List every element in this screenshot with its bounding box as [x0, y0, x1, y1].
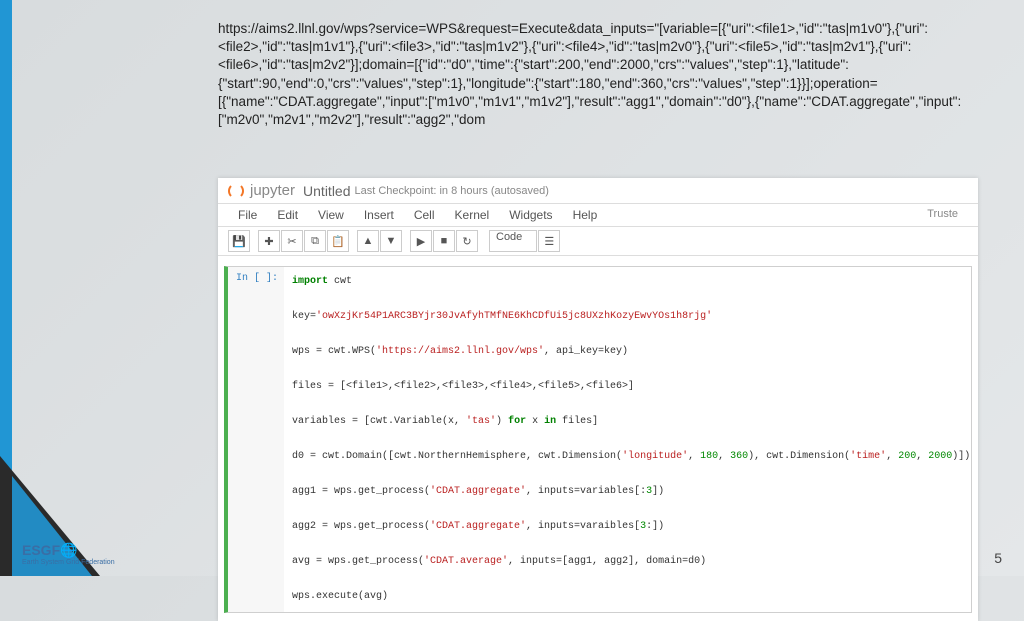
copy-icon[interactable]: ⧉ [304, 230, 326, 252]
menu-file[interactable]: File [228, 206, 267, 224]
jupyter-brand: jupyter [250, 182, 295, 199]
menu-help[interactable]: Help [563, 206, 608, 224]
trusted-indicator[interactable]: Truste [917, 206, 968, 224]
run-icon[interactable]: ▶ [410, 230, 432, 252]
checkpoint-label: Last Checkpoint: in 8 hours (autosaved) [355, 185, 549, 197]
paste-icon[interactable]: 📋 [327, 230, 349, 252]
move-down-icon[interactable]: ▼ [380, 230, 402, 252]
menu-cell[interactable]: Cell [404, 206, 445, 224]
celltype-select[interactable]: Code [489, 230, 537, 252]
esgf-logo: ESGF🌐 Earth System Grid Federation [22, 542, 115, 566]
code-editor[interactable]: import cwt key='owXzjKr54P1ARC3BYjr30JvA… [284, 267, 971, 612]
cut-icon[interactable]: ✂ [281, 230, 303, 252]
menu-insert[interactable]: Insert [354, 206, 404, 224]
save-icon[interactable]: 💾 [228, 230, 250, 252]
input-prompt: In [ ]: [228, 267, 284, 612]
code-cell[interactable]: In [ ]: import cwt key='owXzjKr54P1ARC3B… [224, 266, 972, 613]
menu-edit[interactable]: Edit [267, 206, 308, 224]
jupyter-toolbar: 💾 ✚ ✂ ⧉ 📋 ▲ ▼ ▶ ■ ↻ Code ☰ [218, 227, 978, 256]
menu-kernel[interactable]: Kernel [445, 206, 500, 224]
jupyter-menubar: File Edit View Insert Cell Kernel Widget… [218, 204, 978, 227]
jupyter-header: jupyter Untitled Last Checkpoint: in 8 h… [218, 178, 978, 204]
command-palette-icon[interactable]: ☰ [538, 230, 560, 252]
stop-icon[interactable]: ■ [433, 230, 455, 252]
notebook-title[interactable]: Untitled [303, 183, 350, 199]
move-up-icon[interactable]: ▲ [357, 230, 379, 252]
restart-icon[interactable]: ↻ [456, 230, 478, 252]
cell-container: In [ ]: import cwt key='owXzjKr54P1ARC3B… [218, 256, 978, 621]
page-number: 5 [994, 550, 1002, 566]
menu-view[interactable]: View [308, 206, 354, 224]
jupyter-notebook: jupyter Untitled Last Checkpoint: in 8 h… [218, 178, 978, 621]
jupyter-logo-icon [228, 183, 244, 199]
menu-widgets[interactable]: Widgets [499, 206, 562, 224]
add-cell-icon[interactable]: ✚ [258, 230, 280, 252]
url-text-block: https://aims2.llnl.gov/wps?service=WPS&r… [218, 20, 978, 129]
